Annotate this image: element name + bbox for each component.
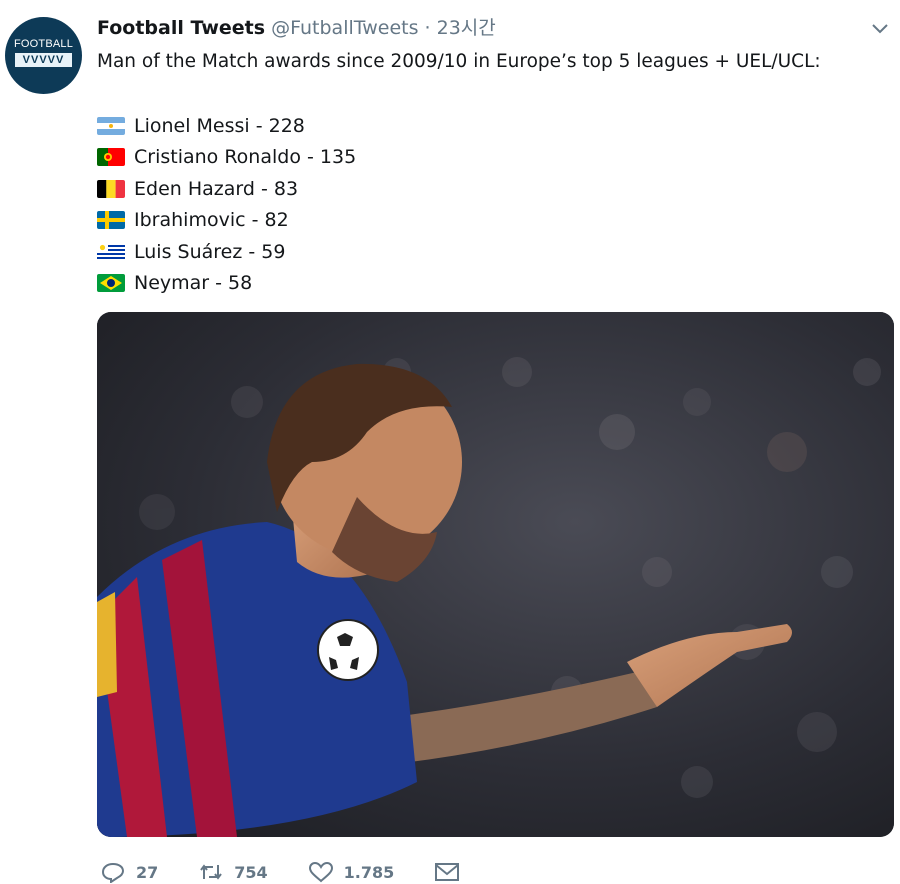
retweet-button[interactable]: 754 [198, 861, 268, 883]
chevron-down-icon[interactable] [870, 21, 890, 35]
portugal-flag-icon [97, 148, 125, 167]
avatar[interactable]: FOOTBALL VVVVV [5, 17, 82, 94]
envelope-icon [435, 863, 460, 881]
argentina-flag-icon [97, 116, 125, 135]
brazil-flag-icon [97, 274, 125, 293]
avatar-logo-text: FOOTBALL [13, 38, 74, 50]
retweet-count: 754 [234, 862, 268, 882]
ranking-label: Luis Suárez - 59 [134, 240, 286, 263]
ranking-list: Lionel Messi - 228 Cristiano Ronaldo - 1… [97, 110, 356, 299]
reply-count: 27 [136, 862, 159, 882]
list-item: Luis Suárez - 59 [97, 236, 356, 268]
tweet-header: Football Tweets @FutballTweets · 23시간 [97, 15, 496, 41]
heart-icon [308, 861, 333, 883]
list-item: Ibrahimovic - 82 [97, 205, 356, 237]
avatar-logo-mark: VVVVV [15, 53, 72, 67]
list-item: Eden Hazard - 83 [97, 173, 356, 205]
like-button[interactable]: 1.785 [308, 861, 395, 883]
reply-icon [101, 862, 125, 883]
belgium-flag-icon [97, 179, 125, 198]
author-handle[interactable]: @FutballTweets [271, 17, 418, 39]
reply-button[interactable]: 27 [100, 861, 158, 883]
list-item: Cristiano Ronaldo - 135 [97, 142, 356, 174]
author-name[interactable]: Football Tweets [97, 17, 265, 39]
header-separator: · [424, 17, 431, 39]
tweet-text: Man of the Match awards since 2009/10 in… [97, 51, 821, 72]
direct-message-button[interactable] [434, 861, 460, 883]
ranking-label: Neymar - 58 [134, 272, 253, 295]
ranking-label: Cristiano Ronaldo - 135 [134, 146, 357, 169]
retweet-icon [200, 864, 223, 880]
tweet-actions: 27 754 1.785 [100, 860, 500, 884]
tweet-timestamp[interactable]: 23시간 [437, 17, 496, 39]
player-photo [97, 312, 894, 837]
like-count: 1.785 [343, 862, 395, 882]
uruguay-flag-icon [97, 242, 125, 261]
list-item: Neymar - 58 [97, 268, 356, 300]
list-item: Lionel Messi - 228 [97, 110, 356, 142]
ranking-label: Lionel Messi - 228 [134, 114, 305, 137]
ranking-label: Eden Hazard - 83 [134, 177, 299, 200]
ranking-label: Ibrahimovic - 82 [134, 209, 289, 232]
tweet-photo[interactable] [97, 312, 894, 837]
sweden-flag-icon [97, 211, 125, 230]
